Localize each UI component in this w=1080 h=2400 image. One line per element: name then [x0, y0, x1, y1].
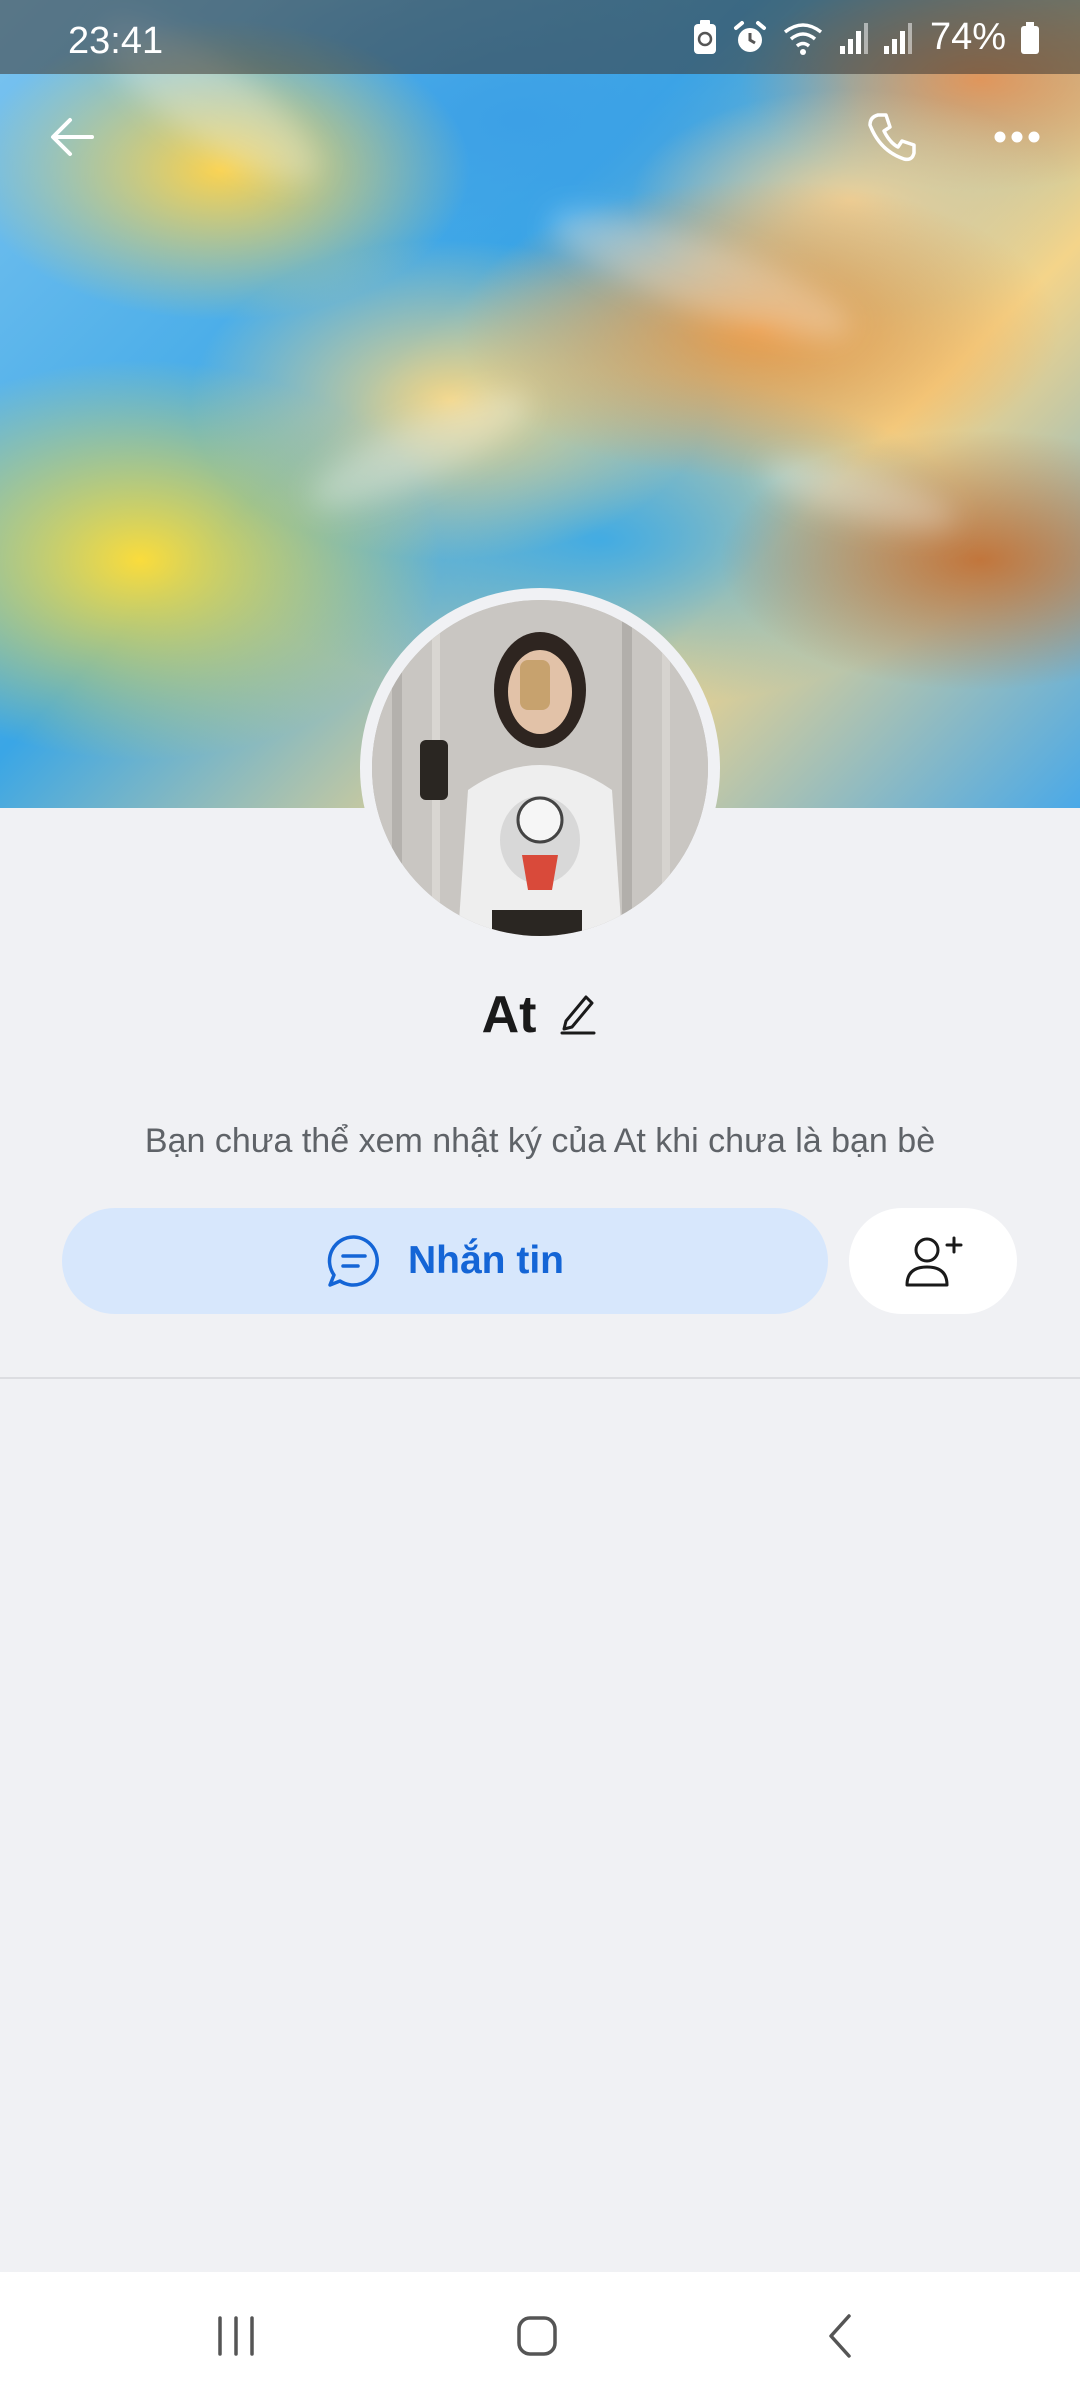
signal-icon [882, 20, 912, 56]
nav-back-button[interactable] [780, 2296, 900, 2376]
add-friend-button[interactable] [849, 1208, 1017, 1314]
recent-apps-button[interactable] [176, 2296, 296, 2376]
status-icons: 74% [692, 16, 1040, 59]
message-button-label: Nhắn tin [408, 1239, 564, 1282]
alarm-icon [732, 20, 768, 56]
back-button[interactable] [27, 92, 117, 182]
avatar[interactable] [360, 588, 720, 948]
back-icon [829, 2314, 851, 2358]
home-icon [517, 2316, 557, 2356]
more-dots-icon [994, 131, 1040, 143]
wifi-icon [782, 20, 824, 56]
friend-restriction-notice: Bạn chưa thể xem nhật ký của At khi chưa… [144, 1122, 936, 1160]
message-button[interactable]: Nhắn tin [62, 1208, 828, 1314]
profile-name: At [481, 986, 537, 1044]
pencil-icon [560, 995, 596, 1034]
profile-name-row: At [0, 985, 1080, 1045]
call-button[interactable] [847, 92, 937, 182]
more-options-button[interactable] [972, 92, 1062, 182]
status-time: 23:41 [68, 20, 164, 62]
avatar-photo [372, 600, 708, 936]
section-divider [0, 1377, 1080, 1379]
battery-icon [1020, 20, 1040, 56]
status-bar: 23:41 74% [0, 0, 1080, 74]
chat-bubble-icon [327, 1235, 379, 1287]
battery-saver-icon [692, 19, 718, 56]
system-navigation-bar [0, 2272, 1080, 2400]
recent-apps-icon [218, 2316, 254, 2356]
back-arrow-icon [51, 118, 94, 156]
home-button[interactable] [477, 2296, 597, 2376]
signal-icon [838, 20, 868, 56]
add-friend-icon [905, 1236, 963, 1287]
edit-name-button[interactable] [558, 991, 598, 1040]
battery-percentage: 74% [929, 16, 1006, 58]
phone-icon [868, 113, 916, 162]
